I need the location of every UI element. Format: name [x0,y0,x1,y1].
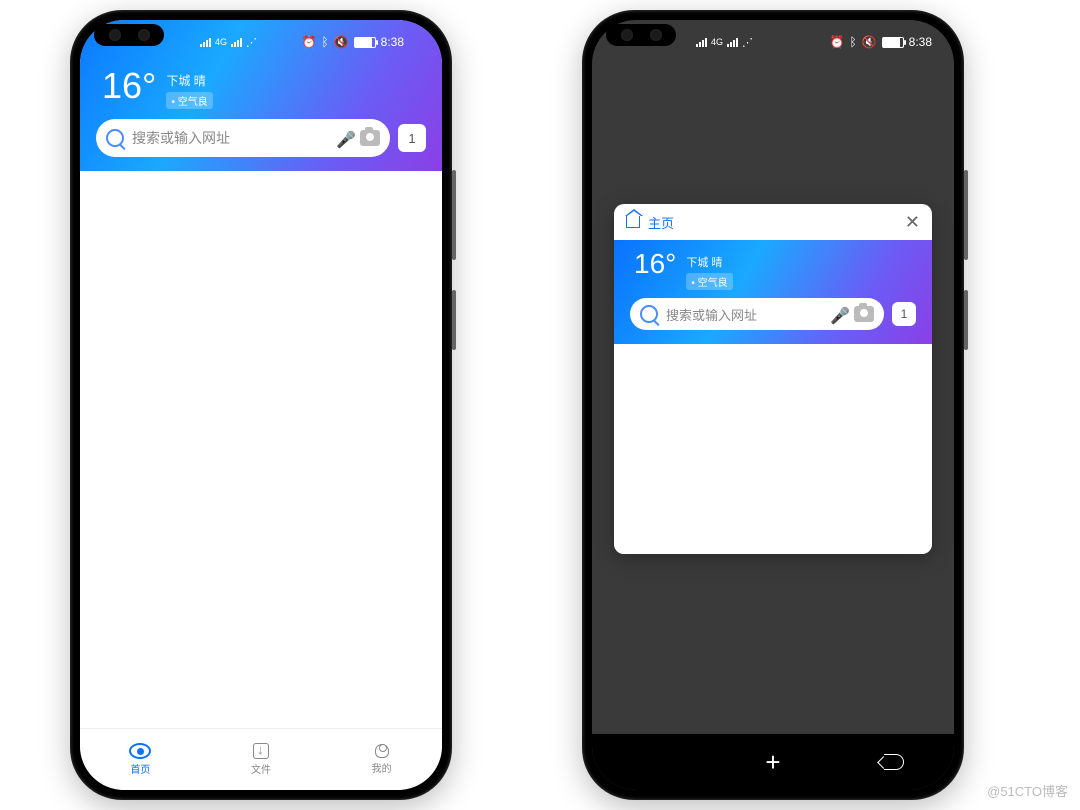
wifi-icon: ⋰ [246,36,257,49]
nav-home-label: 首页 [130,761,150,776]
back-icon [884,754,904,770]
tab-preview-body [614,344,932,554]
search-placeholder: 搜索或输入网址 [132,128,336,148]
signal-icon-2 [231,38,242,47]
status-time: 8:38 [381,35,404,49]
signal-icon [696,38,707,47]
signal-icon-2 [727,38,738,47]
tab-count-button[interactable]: 1 [398,124,426,152]
camera-icon [854,306,874,322]
alarm-icon: ⏰ [302,35,317,49]
phone-left: 4G ⋰ ⏰ ᛒ 🔇 8:38 16° 下城 晴 • 空气良 [70,10,452,800]
search-bar[interactable]: 搜索或输入网址 🎤 [96,119,390,157]
home-icon [626,216,640,228]
battery-icon [354,37,376,48]
search-icon [106,129,124,147]
home-icon [129,743,151,759]
camera-icon[interactable] [360,130,380,146]
bluetooth-icon: ᛒ [849,35,856,49]
search-bar-preview: 搜索或输入网址 🎤 [630,298,884,330]
nav-mine-label: 我的 [372,760,392,775]
new-tab-button[interactable]: + [713,734,834,790]
nav-home[interactable]: 首页 [80,729,201,790]
tab-card-area[interactable]: 主页 ✕ 16° 下城 晴 • 空气良 [592,64,954,734]
nav-files-label: 文件 [251,761,271,776]
search-icon [640,305,658,323]
files-icon [253,743,269,759]
search-placeholder: 搜索或输入网址 [666,305,830,324]
person-icon [375,744,389,758]
close-tab-button[interactable]: ✕ [905,213,920,231]
weather-widget[interactable]: 16° 下城 晴 • 空气良 [96,64,426,119]
screen-home: 4G ⋰ ⏰ ᛒ 🔇 8:38 16° 下城 晴 • 空气良 [80,20,442,790]
back-button[interactable] [833,734,954,790]
mute-icon: 🔇 [862,35,877,49]
status-time: 8:38 [909,35,932,49]
air-quality-badge: • 空气良 [166,92,212,109]
battery-icon [882,37,904,48]
tab-switcher-bottom-bar: + [592,734,954,790]
tab-preview-card[interactable]: 主页 ✕ 16° 下城 晴 • 空气良 [614,204,932,554]
camera-cutout [94,24,164,46]
spacer-cell [592,734,713,790]
city-condition: 下城 晴 [686,254,732,270]
phone-right: 4G ⋰ ⏰ ᛒ 🔇 8:38 主页 ✕ [582,10,964,800]
nav-mine[interactable]: 我的 [321,729,442,790]
tab-preview-hero: 16° 下城 晴 • 空气良 搜索或输入网址 🎤 [614,240,932,344]
screen-tab-switcher: 4G ⋰ ⏰ ᛒ 🔇 8:38 主页 ✕ [592,20,954,790]
tab-count-preview: 1 [892,302,916,326]
city-condition: 下城 晴 [166,72,212,89]
signal-icon [200,38,211,47]
mute-icon: 🔇 [334,35,349,49]
page-content[interactable] [80,171,442,728]
temperature: 16° [102,68,156,104]
alarm-icon: ⏰ [830,35,845,49]
camera-cutout [606,24,676,46]
tab-title: 主页 [648,213,674,232]
watermark: @51CTO博客 [987,781,1068,800]
mic-icon[interactable]: 🎤 [336,130,352,146]
tab-card-header: 主页 ✕ [614,204,932,240]
mic-icon: 🎤 [830,306,846,322]
wifi-icon: ⋰ [742,36,753,49]
temperature: 16° [634,250,676,278]
bluetooth-icon: ᛒ [321,35,328,49]
bottom-nav: 首页 文件 我的 [80,728,442,790]
nav-files[interactable]: 文件 [201,729,322,790]
air-quality-badge: • 空气良 [686,273,732,290]
